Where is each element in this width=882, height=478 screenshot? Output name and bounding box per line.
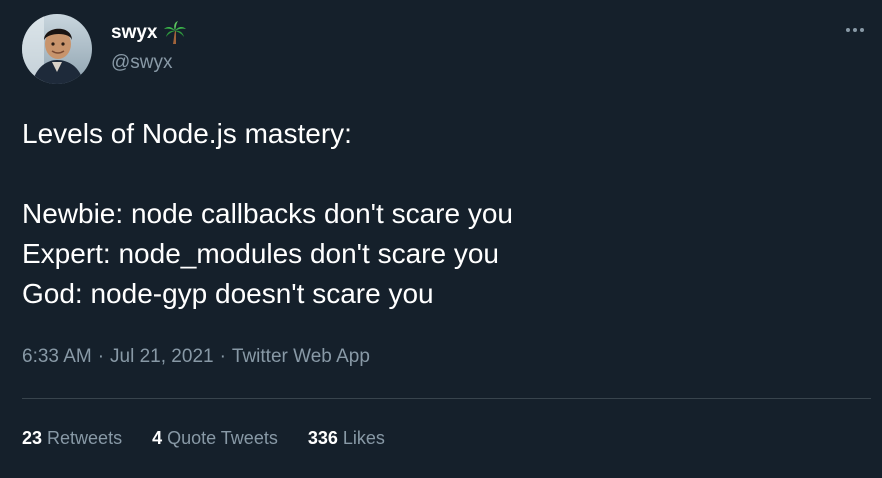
meta-separator: · bbox=[219, 346, 226, 367]
tweet-text: Levels of Node.js mastery: Newbie: node … bbox=[22, 114, 862, 314]
avatar-image bbox=[22, 14, 92, 84]
likes-stat[interactable]: 336 Likes bbox=[308, 428, 385, 449]
tweet-time[interactable]: 6:33 AM bbox=[22, 346, 92, 368]
retweets-label: Retweets bbox=[47, 428, 123, 448]
likes-label: Likes bbox=[342, 428, 385, 448]
avatar[interactable] bbox=[22, 14, 92, 84]
quote-tweets-label: Quote Tweets bbox=[167, 428, 278, 448]
tweet-stats: 23 Retweets 4 Quote Tweets 336 Likes bbox=[22, 428, 415, 449]
tweet-meta: 6:33 AM · Jul 21, 2021 · Twitter Web App bbox=[22, 346, 370, 368]
tweet-line: Levels of Node.js mastery: bbox=[22, 118, 352, 149]
tweet-card: swyx @swyx Levels of Node.js mastery: Ne… bbox=[0, 0, 882, 478]
tweet-source[interactable]: Twitter Web App bbox=[232, 346, 370, 368]
quote-tweets-stat[interactable]: 4 Quote Tweets bbox=[152, 428, 278, 449]
more-options-icon[interactable] bbox=[843, 20, 867, 40]
meta-separator: · bbox=[97, 346, 105, 367]
tweet-line: Expert: node_modules don't scare you bbox=[22, 238, 499, 269]
tweet-date[interactable]: Jul 21, 2021 bbox=[110, 346, 214, 368]
author-handle[interactable]: @swyx bbox=[111, 52, 173, 74]
tweet-line: Newbie: node callbacks don't scare you bbox=[22, 198, 513, 229]
retweets-count: 23 bbox=[22, 428, 43, 448]
tweet-line: God: node-gyp doesn't scare you bbox=[22, 278, 434, 309]
quote-tweets-count: 4 bbox=[152, 428, 163, 448]
retweets-stat[interactable]: 23 Retweets bbox=[22, 428, 122, 449]
palm-tree-icon bbox=[163, 21, 187, 45]
author-name-row[interactable]: swyx bbox=[111, 20, 187, 46]
display-name[interactable]: swyx bbox=[111, 22, 157, 44]
likes-count: 336 bbox=[307, 428, 338, 448]
divider bbox=[22, 398, 871, 399]
